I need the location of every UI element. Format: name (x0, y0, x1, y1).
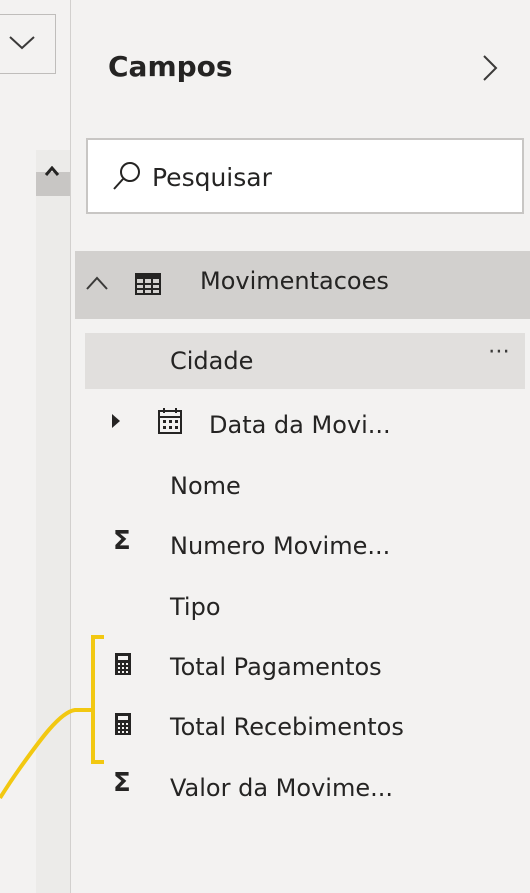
panel-title: Campos (108, 50, 233, 83)
field-cidade[interactable]: Cidade ⋯ (85, 333, 525, 389)
more-options-icon[interactable]: ⋯ (488, 339, 513, 364)
field-numero-movimentacao[interactable]: Σ Numero Movime... (85, 518, 525, 574)
chevron-up-icon (86, 276, 108, 290)
expand-caret-icon (112, 414, 120, 428)
table-movimentacoes[interactable]: Movimentacoes (75, 251, 530, 319)
chevron-down-icon (9, 36, 35, 50)
calendar-icon (158, 408, 182, 434)
search-icon (113, 162, 140, 190)
sigma-icon: Σ (113, 768, 131, 798)
search-box[interactable] (86, 138, 524, 214)
field-label: Valor da Movime... (170, 774, 393, 802)
field-nome[interactable]: Nome (85, 458, 525, 514)
field-label: Nome (170, 472, 241, 500)
field-label: Total Recebimentos (170, 713, 404, 741)
left-pane (0, 0, 71, 893)
scroll-up-button[interactable] (36, 150, 70, 190)
expand-dropdown-button[interactable] (0, 14, 56, 74)
field-tipo[interactable]: Tipo (85, 579, 525, 635)
calculator-icon (115, 713, 131, 735)
table-icon (135, 273, 161, 295)
field-total-pagamentos[interactable]: Total Pagamentos (85, 639, 525, 695)
table-name: Movimentacoes (200, 267, 389, 295)
field-label: Data da Movi... (209, 411, 391, 439)
field-label: Tipo (170, 593, 221, 621)
caret-up-icon (44, 166, 60, 176)
field-valor-da-movimentacao[interactable]: Σ Valor da Movime... (85, 760, 525, 816)
field-label: Total Pagamentos (170, 653, 382, 681)
left-scrollbar[interactable] (36, 150, 70, 893)
field-label: Numero Movime... (170, 532, 391, 560)
calculator-icon (115, 653, 131, 675)
field-label: Cidade (170, 347, 254, 375)
chevron-right-icon (483, 55, 498, 81)
field-total-recebimentos[interactable]: Total Recebimentos (85, 699, 525, 755)
search-input[interactable] (152, 158, 492, 196)
sigma-icon: Σ (113, 526, 131, 556)
field-data-da-movimentacao[interactable]: Data da Movi... (85, 397, 525, 453)
collapse-panel-button[interactable] (476, 48, 506, 88)
